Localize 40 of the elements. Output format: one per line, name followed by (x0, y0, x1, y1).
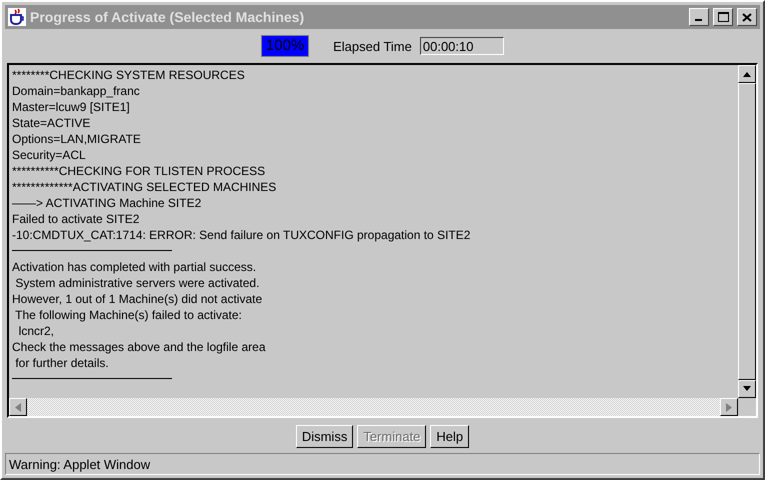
log-line: However, 1 out of 1 Machine(s) did not activate (12, 291, 264, 307)
up-arrow-icon (743, 71, 751, 77)
log-line: ——> ACTIVATING Machine SITE2 (12, 195, 202, 211)
log-line: Security=ACL (12, 147, 87, 163)
close-icon (742, 12, 752, 22)
window-title: Progress of Activate (Selected Machines) (30, 9, 306, 25)
log-line: -10:CMDTUX_CAT:1714: ERROR: Send failure on TUXCONFIG propagation to SITE2 (12, 227, 472, 243)
vertical-scroll-thumb[interactable] (738, 83, 756, 380)
right-arrow-icon (726, 402, 732, 412)
log-line: *************ACTIVATING SELECTED MACHINES (12, 179, 278, 195)
log-line: lcncr2, (18, 323, 56, 339)
log-line: ********CHECKING SYSTEM RESOURCES (12, 67, 246, 83)
down-arrow-icon (743, 386, 751, 392)
scroll-left-button[interactable] (9, 398, 27, 416)
left-arrow-icon (15, 402, 21, 412)
maximize-icon (718, 12, 728, 22)
log-line: Check the messages above and the logfile area (12, 339, 266, 355)
close-button[interactable] (737, 8, 757, 26)
status-bar: Warning: Applet Window (5, 453, 760, 475)
log-line: Domain=bankapp_franc (12, 83, 141, 99)
log-line: Master=lcuw9 [SITE1] (12, 99, 131, 115)
scroll-down-button[interactable] (738, 380, 756, 398)
scroll-right-button[interactable] (720, 398, 738, 416)
minimize-button[interactable] (689, 8, 709, 26)
log-line: System administrative servers were activated. (14, 275, 260, 291)
log-line: **********CHECKING FOR TLISTEN PROCESS (12, 163, 266, 179)
log-line: The following Machine(s) failed to activate: (14, 307, 243, 323)
log-line: Options=LAN,MIGRATE (12, 131, 142, 147)
log-line: Activation has completed with partial success. (12, 259, 258, 275)
elapsed-time-field[interactable]: 00:00:10 (420, 37, 504, 55)
scroll-up-button[interactable] (738, 65, 756, 83)
maximize-button[interactable] (713, 8, 733, 26)
coffee-cup-icon (8, 8, 26, 26)
dialog-button[interactable]: Help (430, 425, 470, 448)
elapsed-time-label: Elapsed Time (333, 38, 412, 54)
log-line: State=ACTIVE (12, 115, 92, 131)
dialog-button[interactable]: Dismiss (296, 425, 354, 448)
log-line: for further details. (14, 355, 110, 371)
log-line: Failed to activate SITE2 (12, 211, 140, 227)
progress-percent: 100% (264, 36, 306, 56)
